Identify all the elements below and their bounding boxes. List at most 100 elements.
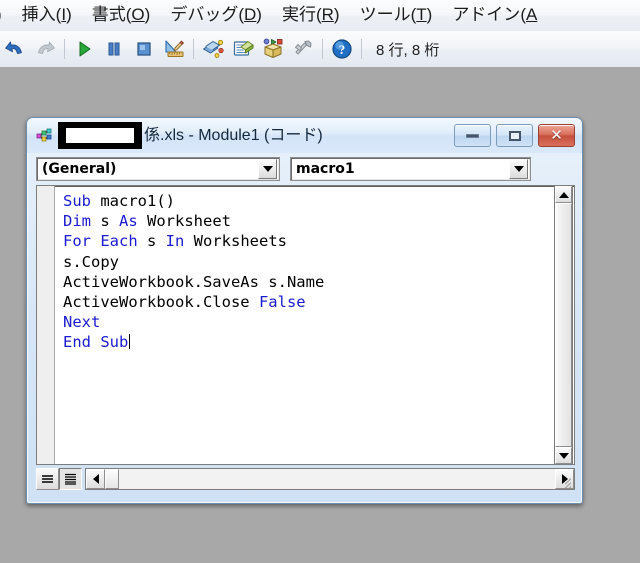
menu-insert-accel: I	[61, 5, 67, 24]
menu-edit-partial[interactable]: )	[0, 3, 11, 28]
menu-format-accel: O	[131, 5, 145, 24]
caret-down-icon	[558, 452, 569, 459]
design-mode-icon[interactable]	[159, 34, 189, 64]
restore-icon	[508, 130, 521, 141]
menu-addins-accel: A	[525, 5, 538, 24]
menu-addins-label: アドイン	[452, 5, 521, 24]
code-window-title: 係.xls - Module1 (コード)	[144, 126, 323, 144]
vertical-scrollbar[interactable]	[554, 185, 573, 465]
chevron-down-icon	[513, 166, 524, 172]
code-line: Sub macro1()	[63, 191, 574, 211]
toolbar-separator	[64, 39, 65, 59]
toolbox-icon[interactable]	[288, 34, 318, 64]
menu-run[interactable]: 実行(R)	[273, 3, 349, 28]
text-caret	[129, 334, 131, 350]
menu-debug-accel: D	[244, 5, 257, 24]
stop-icon[interactable]	[129, 34, 159, 64]
procedure-combo-value: macro1	[296, 161, 355, 177]
code-token: ActiveWorkbook.SaveAs s.Name	[63, 272, 325, 291]
code-token: s	[137, 232, 166, 251]
horizontal-scrollbar-thumb[interactable]	[105, 469, 119, 489]
code-line: ActiveWorkbook.Close False	[63, 292, 574, 312]
pause-icon[interactable]	[99, 34, 129, 64]
toolbar: ? 8 行, 8 桁	[0, 31, 640, 68]
minimize-icon	[466, 133, 479, 138]
menu-format-label: 書式	[91, 5, 126, 24]
code-line: ActiveWorkbook.SaveAs s.Name	[63, 272, 574, 292]
code-window: 係.xls - Module1 (コード) ✕ (General) macro1…	[26, 117, 583, 504]
undo-icon[interactable]	[0, 34, 30, 64]
module-icon	[36, 127, 57, 145]
full-module-view-button[interactable]	[59, 468, 82, 490]
code-window-bottom-bar	[36, 467, 575, 491]
margin-indicator-bar[interactable]	[37, 186, 55, 464]
toolbar-separator	[361, 39, 362, 59]
code-line: s.Copy	[63, 252, 574, 272]
properties-window-icon[interactable]	[228, 34, 258, 64]
toolbar-separator	[322, 39, 323, 59]
menu-tools-label: ツール	[359, 5, 411, 24]
menu-run-label: 実行	[281, 5, 316, 24]
code-keyword: For Each	[63, 232, 138, 251]
scroll-down-button[interactable]	[555, 447, 572, 464]
object-combo-arrow[interactable]	[258, 159, 277, 179]
close-button[interactable]: ✕	[538, 124, 575, 147]
redacted-filename	[58, 122, 142, 149]
code-window-titlebar[interactable]: 係.xls - Module1 (コード) ✕	[27, 118, 582, 153]
procedure-combo-arrow[interactable]	[509, 159, 528, 179]
code-text[interactable]: Sub macro1() Dim s As Worksheet For Each s…	[55, 186, 574, 464]
menu-tools[interactable]: ツール(T)	[351, 3, 442, 28]
cursor-position-indicator: 8 行, 8 桁	[376, 41, 440, 59]
toolbar-separator	[193, 39, 194, 59]
run-icon[interactable]	[69, 34, 99, 64]
code-editor-pane[interactable]: Sub macro1() Dim s As Worksheet For Each s…	[36, 185, 575, 465]
code-token: s	[91, 212, 119, 231]
code-keyword: Sub	[63, 192, 91, 210]
menu-run-accel: R	[321, 5, 334, 24]
restore-button[interactable]	[496, 124, 533, 147]
code-token: s.Copy	[63, 252, 119, 271]
code-line: Next	[63, 312, 574, 332]
object-combo[interactable]: (General)	[36, 157, 280, 181]
mdi-client-area: 係.xls - Module1 (コード) ✕ (General) macro1…	[0, 67, 640, 563]
menu-debug-label: デバッグ	[170, 5, 239, 24]
resize-grip[interactable]	[556, 473, 571, 488]
procedure-combo[interactable]: macro1	[290, 157, 531, 181]
menu-insert-label: 挿入	[21, 5, 56, 24]
project-explorer-icon[interactable]	[198, 34, 228, 64]
menu-debug[interactable]: デバッグ(D)	[161, 3, 271, 28]
code-token: macro1()	[91, 192, 175, 210]
minimize-button[interactable]	[454, 124, 491, 147]
code-token: Worksheets	[184, 232, 287, 251]
code-line: Dim s As Worksheet	[63, 211, 574, 231]
code-keyword: Dim	[63, 212, 91, 231]
caret-left-icon	[92, 474, 99, 484]
object-combo-value: (General)	[42, 161, 117, 177]
scroll-up-button[interactable]	[555, 186, 572, 203]
code-line: End Sub	[63, 332, 574, 352]
code-line: For Each s In Worksheets	[63, 231, 574, 251]
code-token: ActiveWorkbook.Close	[63, 293, 259, 312]
redo-icon[interactable]	[30, 34, 60, 64]
vertical-scrollbar-thumb[interactable]	[555, 203, 572, 447]
code-keyword: As	[119, 212, 138, 231]
menu-format[interactable]: 書式(O)	[83, 3, 160, 28]
chevron-down-icon	[262, 166, 273, 172]
horizontal-scrollbar[interactable]	[85, 468, 575, 490]
menu-bar: ) 挿入(I) 書式(O) デバッグ(D) 実行(R) ツール(T) アドイン(…	[0, 0, 640, 32]
code-keyword: In	[165, 232, 185, 251]
procedure-view-button[interactable]	[36, 468, 59, 490]
menu-addins[interactable]: アドイン(A	[443, 3, 546, 28]
close-icon: ✕	[550, 126, 563, 144]
menu-tools-accel: T	[416, 5, 427, 24]
code-keyword: Next	[63, 313, 101, 332]
caret-up-icon	[558, 191, 569, 198]
object-browser-icon[interactable]	[258, 34, 288, 64]
help-icon[interactable]: ?	[327, 34, 357, 64]
svg-text:?: ?	[339, 42, 346, 57]
scroll-left-button[interactable]	[86, 469, 105, 489]
code-keyword: False	[258, 293, 306, 312]
menu-edit-partial-label: )	[0, 5, 2, 24]
horizontal-scrollbar-track[interactable]	[119, 469, 555, 489]
menu-insert[interactable]: 挿入(I)	[13, 3, 81, 28]
